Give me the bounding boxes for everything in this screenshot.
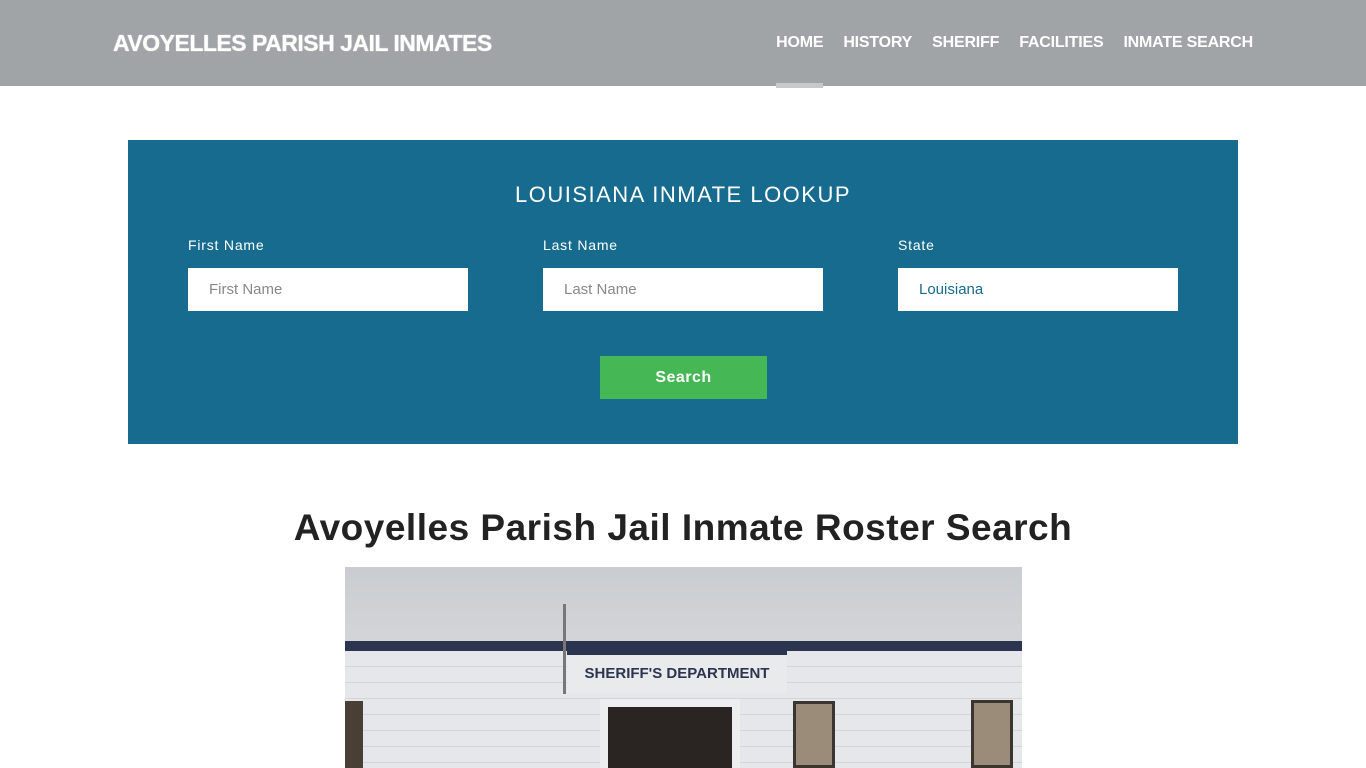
state-group: State — [898, 237, 1178, 311]
first-name-input[interactable] — [188, 268, 468, 311]
window — [793, 701, 835, 768]
inmate-lookup-panel: LOUISIANA INMATE LOOKUP First Name Last … — [128, 140, 1238, 444]
nav-sheriff[interactable]: SHERIFF — [932, 34, 999, 52]
nav-home[interactable]: HOME — [776, 34, 824, 88]
last-name-input[interactable] — [543, 268, 823, 311]
last-name-group: Last Name — [543, 237, 823, 311]
nav-facilities[interactable]: FACILITIES — [1019, 34, 1103, 52]
state-input[interactable] — [898, 268, 1178, 311]
window — [345, 701, 363, 768]
search-button[interactable]: Search — [600, 356, 767, 399]
building-sign: SHERIFF'S DEPARTMENT — [567, 647, 787, 693]
first-name-label: First Name — [188, 237, 265, 253]
site-header: AVOYELLES PARISH JAIL INMATES HOME HISTO… — [0, 0, 1366, 88]
entrance-door — [600, 699, 740, 768]
site-logo[interactable]: AVOYELLES PARISH JAIL INMATES — [113, 30, 492, 57]
main-nav: HOME HISTORY SHERIFF FACILITIES INMATE S… — [776, 34, 1253, 88]
nav-inmate-search[interactable]: INMATE SEARCH — [1123, 34, 1253, 52]
window — [971, 700, 1013, 768]
pole — [563, 604, 566, 694]
state-label: State — [898, 237, 935, 253]
last-name-label: Last Name — [543, 237, 618, 253]
page-title: Avoyelles Parish Jail Inmate Roster Sear… — [293, 507, 1073, 548]
lookup-heading: LOUISIANA INMATE LOOKUP — [514, 182, 852, 207]
nav-history[interactable]: HISTORY — [843, 34, 912, 52]
sheriff-department-photo: SHERIFF'S DEPARTMENT — [345, 567, 1022, 768]
first-name-group: First Name — [188, 237, 468, 311]
